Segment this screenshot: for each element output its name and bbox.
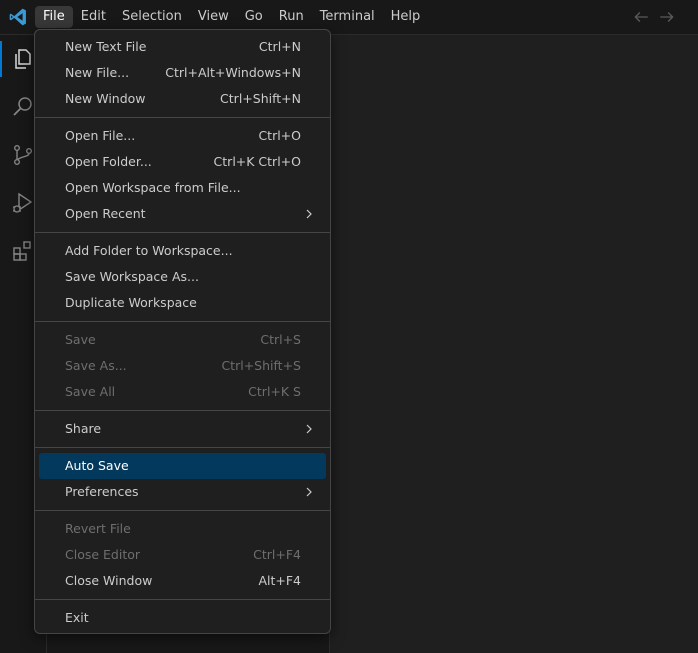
menu-run[interactable]: Run [271,6,312,28]
menu-item-close-window[interactable]: Close Window Alt+F4 [39,568,326,594]
run-debug-icon[interactable] [11,191,35,215]
file-menu: New Text File Ctrl+N New File... Ctrl+Al… [34,29,331,634]
menu-separator [35,599,330,600]
menu-item-preferences[interactable]: Preferences [39,479,326,505]
vscode-window: File Edit Selection View Go Run Terminal… [0,0,698,653]
chevron-right-icon [306,487,312,497]
menu-item-duplicate-workspace[interactable]: Duplicate Workspace [39,290,326,316]
menu-separator [35,447,330,448]
editor-area [330,35,698,653]
chevron-right-icon [306,209,312,219]
vscode-logo-icon [9,8,26,26]
arrow-left-icon[interactable] [632,8,650,26]
menu-item-new-window[interactable]: New Window Ctrl+Shift+N [39,86,326,112]
menu-item-new-text-file[interactable]: New Text File Ctrl+N [39,34,326,60]
source-control-icon[interactable] [11,143,35,167]
menu-go[interactable]: Go [237,6,271,28]
menu-separator [35,232,330,233]
menu-separator [35,410,330,411]
arrow-right-icon[interactable] [658,8,676,26]
menu-item-open-workspace[interactable]: Open Workspace from File... [39,175,326,201]
menu-edit[interactable]: Edit [73,6,114,28]
menu-item-save-workspace-as[interactable]: Save Workspace As... [39,264,326,290]
menu-separator [35,117,330,118]
menu-help[interactable]: Help [383,6,429,28]
menu-item-add-folder[interactable]: Add Folder to Workspace... [39,238,326,264]
menu-item-save-all[interactable]: Save All Ctrl+K S [39,379,326,405]
menu-separator [35,510,330,511]
search-icon[interactable] [11,95,35,119]
menu-item-revert-file[interactable]: Revert File [39,516,326,542]
extensions-icon[interactable] [11,239,35,263]
menu-item-open-file[interactable]: Open File... Ctrl+O [39,123,326,149]
menu-bar: File Edit Selection View Go Run Terminal… [35,6,428,28]
menu-separator [35,321,330,322]
menu-item-share[interactable]: Share [39,416,326,442]
menu-item-open-recent[interactable]: Open Recent [39,201,326,227]
chevron-right-icon [306,424,312,434]
menu-terminal[interactable]: Terminal [312,6,383,28]
menu-view[interactable]: View [190,6,237,28]
active-indicator [0,41,2,77]
menu-item-auto-save[interactable]: Auto Save [39,453,326,479]
menu-item-exit[interactable]: Exit [39,605,326,631]
menu-file[interactable]: File [35,6,73,28]
explorer-icon[interactable] [11,47,35,71]
menu-selection[interactable]: Selection [114,6,190,28]
menu-item-new-file[interactable]: New File... Ctrl+Alt+Windows+N [39,60,326,86]
menu-item-close-editor[interactable]: Close Editor Ctrl+F4 [39,542,326,568]
menu-item-save[interactable]: Save Ctrl+S [39,327,326,353]
menu-item-open-folder[interactable]: Open Folder... Ctrl+K Ctrl+O [39,149,326,175]
menu-item-save-as[interactable]: Save As... Ctrl+Shift+S [39,353,326,379]
